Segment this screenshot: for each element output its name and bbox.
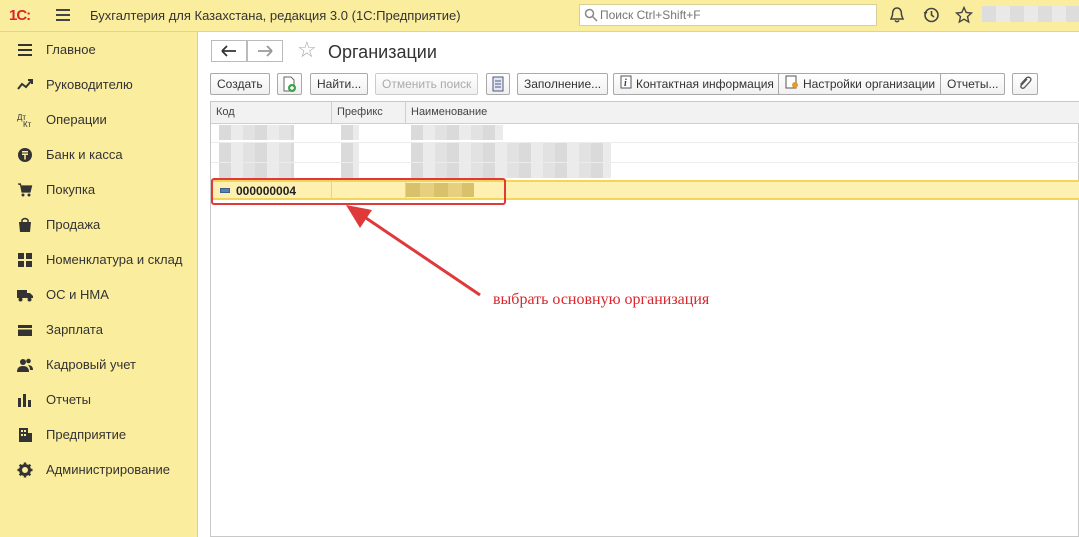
attach-button[interactable] bbox=[1012, 73, 1038, 95]
sidebar-item-sales[interactable]: Продажа bbox=[0, 207, 197, 242]
contact-info-label: Контактная информация bbox=[636, 77, 774, 91]
dt-kt-icon: ДтКт bbox=[17, 113, 32, 128]
table-header: Код Префикс Наименование bbox=[211, 102, 1079, 124]
arrow-right-icon bbox=[258, 45, 273, 57]
sidebar-item-nomenclature[interactable]: Номенклатура и склад bbox=[0, 242, 197, 277]
forward-button[interactable] bbox=[247, 40, 283, 62]
find-button[interactable]: Найти... bbox=[310, 73, 369, 95]
cancel-search-button[interactable]: Отменить поиск bbox=[375, 73, 479, 95]
user-name-blurred bbox=[982, 6, 1079, 22]
org-settings-button[interactable]: Настройки организации bbox=[778, 73, 943, 95]
sidebar-item-label: Зарплата bbox=[46, 322, 103, 337]
column-header-prefix[interactable]: Префикс bbox=[337, 106, 383, 118]
sidebar-item-label: Продажа bbox=[46, 217, 101, 232]
sidebar-item-label: Номенклатура и склад bbox=[46, 252, 183, 267]
page-title: Организации bbox=[328, 42, 437, 62]
settings-doc-icon bbox=[785, 75, 799, 95]
column-divider bbox=[405, 102, 406, 123]
people-icon bbox=[17, 358, 33, 372]
table-row[interactable] bbox=[211, 123, 1079, 143]
sidebar-item-hr[interactable]: Кадровый учет bbox=[0, 347, 197, 382]
sidebar-item-reports[interactable]: Отчеты bbox=[0, 382, 197, 417]
app-title: Бухгалтерия для Казахстана, редакция 3.0… bbox=[90, 8, 461, 23]
list-settings-button[interactable] bbox=[486, 73, 510, 95]
info-icon: i bbox=[620, 75, 632, 95]
sidebar-item-enterprise[interactable]: Предприятие bbox=[0, 417, 197, 452]
sidebar-item-main[interactable]: Главное bbox=[0, 32, 197, 67]
tenge-icon bbox=[18, 148, 32, 162]
global-search[interactable] bbox=[579, 4, 877, 26]
annotation-arrow-icon bbox=[346, 205, 481, 297]
table-row[interactable] bbox=[211, 143, 1079, 163]
cart-icon bbox=[18, 183, 33, 197]
sidebar-item-salary[interactable]: Зарплата bbox=[0, 312, 197, 347]
sidebar-item-label: Руководителю bbox=[46, 77, 133, 92]
sidebar-item-bank[interactable]: Банк и касса bbox=[0, 137, 197, 172]
wallet-icon bbox=[18, 325, 32, 336]
hamburger-menu-icon[interactable] bbox=[56, 9, 70, 21]
sidebar-item-operations[interactable]: Дт Кт Операции bbox=[0, 102, 197, 137]
grid-icon bbox=[18, 253, 32, 267]
blurred-name bbox=[411, 125, 503, 140]
blurred-code bbox=[219, 163, 294, 178]
sidebar-item-label: Покупка bbox=[46, 182, 96, 197]
bag-icon bbox=[19, 217, 31, 232]
blurred-code bbox=[219, 125, 294, 140]
back-button[interactable] bbox=[211, 40, 247, 62]
blurred-name bbox=[411, 143, 611, 162]
create-copy-button[interactable] bbox=[277, 73, 302, 95]
truck-icon bbox=[17, 290, 33, 302]
sidebar-item-label: Отчеты bbox=[46, 392, 91, 407]
column-divider bbox=[331, 102, 332, 123]
search-icon bbox=[584, 8, 598, 22]
blurred-name bbox=[411, 163, 611, 178]
add-document-icon bbox=[283, 76, 296, 92]
reports-button[interactable]: Отчеты... bbox=[940, 73, 1006, 95]
sidebar-item-label: Операции bbox=[46, 112, 107, 127]
menu-icon bbox=[18, 44, 32, 56]
building-icon bbox=[19, 428, 32, 442]
svg-text:i: i bbox=[624, 78, 627, 89]
blurred-code bbox=[219, 143, 294, 162]
create-button[interactable]: Создать bbox=[210, 73, 270, 95]
annotation-text: выбрать основную организация bbox=[493, 291, 710, 308]
column-header-code[interactable]: Код bbox=[216, 106, 235, 118]
arrow-left-icon bbox=[221, 45, 236, 57]
sidebar-item-label: Кадровый учет bbox=[46, 357, 136, 372]
sidebar-item-administration[interactable]: Администрирование bbox=[0, 452, 197, 487]
blurred-prefix bbox=[341, 163, 359, 178]
paperclip-icon bbox=[1020, 76, 1032, 89]
fill-button[interactable]: Заполнение... bbox=[517, 73, 609, 95]
svg-text:Кт: Кт bbox=[23, 120, 32, 128]
star-icon[interactable] bbox=[955, 6, 973, 24]
list-icon bbox=[492, 76, 504, 92]
column-header-name[interactable]: Наименование bbox=[411, 106, 487, 118]
blurred-prefix bbox=[341, 143, 359, 162]
sidebar-item-fixed-assets[interactable]: ОС и НМА bbox=[0, 277, 197, 312]
bell-icon[interactable] bbox=[888, 6, 906, 24]
sidebar: Главное Руководителю Дт Кт Операции Банк … bbox=[0, 32, 198, 537]
sidebar-item-label: ОС и НМА bbox=[46, 287, 109, 302]
sidebar-item-label: Предприятие bbox=[46, 427, 127, 442]
sidebar-item-label: Администрирование bbox=[46, 462, 170, 477]
app-logo: 1С: bbox=[9, 7, 31, 24]
sidebar-item-purchase[interactable]: Покупка bbox=[0, 172, 197, 207]
bar-chart-icon bbox=[18, 394, 31, 407]
top-bar: 1С: Бухгалтерия для Казахстана, редакция… bbox=[0, 0, 1079, 32]
sidebar-item-label: Банк и касса bbox=[46, 147, 123, 162]
search-input[interactable] bbox=[600, 7, 870, 23]
organizations-table[interactable]: Код Префикс Наименование 000000004 bbox=[210, 101, 1079, 537]
gear-icon bbox=[17, 462, 33, 478]
history-icon[interactable] bbox=[922, 6, 940, 24]
favorite-star-icon[interactable]: ☆ bbox=[297, 39, 317, 61]
org-settings-label: Настройки организации bbox=[803, 77, 936, 91]
contact-info-button[interactable]: i Контактная информация bbox=[613, 73, 781, 95]
sidebar-item-director[interactable]: Руководителю bbox=[0, 67, 197, 102]
blurred-prefix bbox=[341, 125, 359, 140]
sidebar-item-label: Главное bbox=[46, 42, 96, 57]
chart-line-icon bbox=[17, 79, 33, 90]
